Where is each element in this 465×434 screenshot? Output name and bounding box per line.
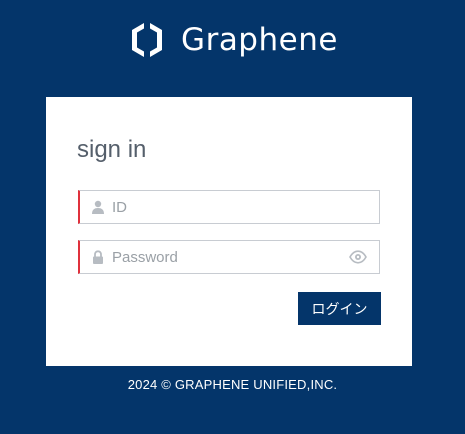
- brand-name: Graphene: [181, 21, 338, 58]
- hexagon-logo-icon: [132, 23, 163, 57]
- eye-icon[interactable]: [349, 250, 367, 264]
- id-field[interactable]: [78, 190, 380, 224]
- login-button[interactable]: ログイン: [298, 292, 381, 325]
- brand-logo: Graphene: [0, 18, 465, 62]
- page-title: sign in: [77, 136, 147, 163]
- copyright-text: 2024 © GRAPHENE UNIFIED,INC.: [127, 377, 338, 392]
- user-icon: [92, 200, 104, 214]
- login-card: sign in ログイン: [46, 97, 412, 366]
- id-input[interactable]: [112, 192, 342, 222]
- password-field[interactable]: [78, 240, 380, 274]
- lock-icon: [93, 250, 103, 264]
- password-input[interactable]: [112, 242, 342, 272]
